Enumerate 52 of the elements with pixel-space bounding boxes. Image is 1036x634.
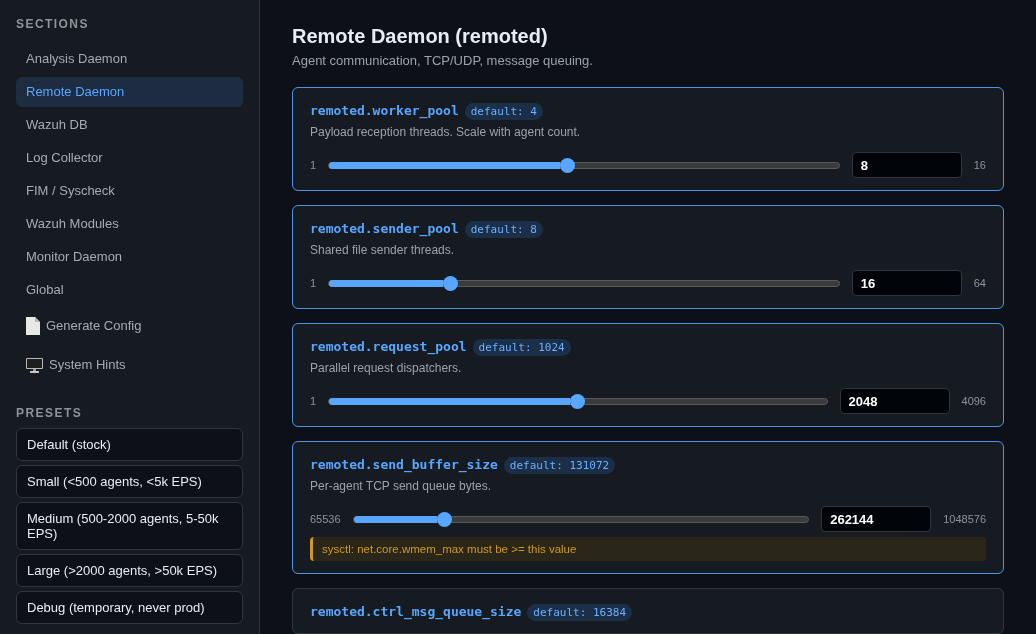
- document-icon: [26, 317, 40, 335]
- param-description: Payload reception threads. Scale with agent count.: [310, 124, 582, 141]
- preset-button[interactable]: Default (stock): [16, 428, 243, 461]
- sidebar-item[interactable]: Wazuh DB: [16, 110, 243, 140]
- preset-button[interactable]: Medium (500-2000 agents, 5-50k EPS): [16, 502, 243, 550]
- section-heading: SECTIONS: [16, 16, 90, 32]
- min-label: 65536: [310, 511, 341, 527]
- sidebar-item[interactable]: Wazuh Modules: [16, 209, 243, 239]
- default-badge: default: 1024: [472, 338, 571, 356]
- min-label: 1: [310, 157, 317, 173]
- page-subtitle: Agent communication, TCP/UDP, message queuing.: [292, 52, 594, 70]
- max-label: 16: [973, 157, 986, 173]
- monitor-icon: [26, 357, 43, 373]
- param-name: remoted.worker_pool: [310, 102, 459, 120]
- sidebar-item[interactable]: Log Collector: [16, 143, 243, 173]
- max-label: 64: [973, 275, 986, 291]
- section-heading: PRESETS: [16, 405, 84, 421]
- slider-thumb[interactable]: [559, 157, 575, 173]
- sidebar-item[interactable]: FIM / Syscheck: [16, 176, 243, 206]
- param-name: remoted.ctrl_msg_queue_size: [310, 603, 522, 621]
- slider-thumb[interactable]: [570, 393, 586, 409]
- sidebar-item[interactable]: Global: [16, 275, 243, 305]
- default-badge: default: 16384: [527, 603, 633, 621]
- slider-thumb[interactable]: [442, 275, 458, 291]
- param-name: remoted.request_pool: [310, 338, 467, 356]
- preset-button[interactable]: Debug (temporary, never prod): [16, 591, 243, 624]
- page-title: Remote Daemon (remoted): [292, 24, 549, 48]
- sidebar-item[interactable]: Remote Daemon: [16, 77, 243, 107]
- sidebar-item[interactable]: System Hints: [16, 347, 243, 383]
- value-input[interactable]: 8: [851, 152, 962, 178]
- param-description: Parallel request dispatchers.: [310, 360, 463, 377]
- default-badge: default: 131072: [503, 456, 616, 474]
- sidebar-item[interactable]: Generate Config: [16, 308, 243, 344]
- param-name: remoted.sender_pool: [310, 220, 459, 238]
- sidebar-item[interactable]: Monitor Daemon: [16, 242, 243, 272]
- default-badge: default: 8: [464, 220, 543, 238]
- preset-button[interactable]: Small (<500 agents, <5k EPS): [16, 465, 243, 498]
- value-input[interactable]: 16: [851, 270, 962, 296]
- param-name: remoted.send_buffer_size: [310, 456, 498, 474]
- param-description: Shared file sender threads.: [310, 242, 456, 259]
- preset-button[interactable]: Large (>2000 agents, >50k EPS): [16, 554, 243, 587]
- min-label: 1: [310, 275, 317, 291]
- max-label: 1048576: [943, 511, 986, 527]
- value-input[interactable]: 2048: [839, 388, 950, 414]
- min-label: 1: [310, 393, 317, 409]
- warning-note: sysctl: net.core.wmem_max must be >= this value: [310, 537, 986, 561]
- slider-thumb[interactable]: [437, 511, 452, 527]
- value-input[interactable]: 262144: [821, 506, 932, 532]
- sidebar-item[interactable]: Analysis Daemon: [16, 44, 243, 74]
- default-badge: default: 4: [464, 102, 543, 120]
- max-label: 4096: [961, 393, 986, 409]
- param-description: Per-agent TCP send queue bytes.: [310, 478, 492, 495]
